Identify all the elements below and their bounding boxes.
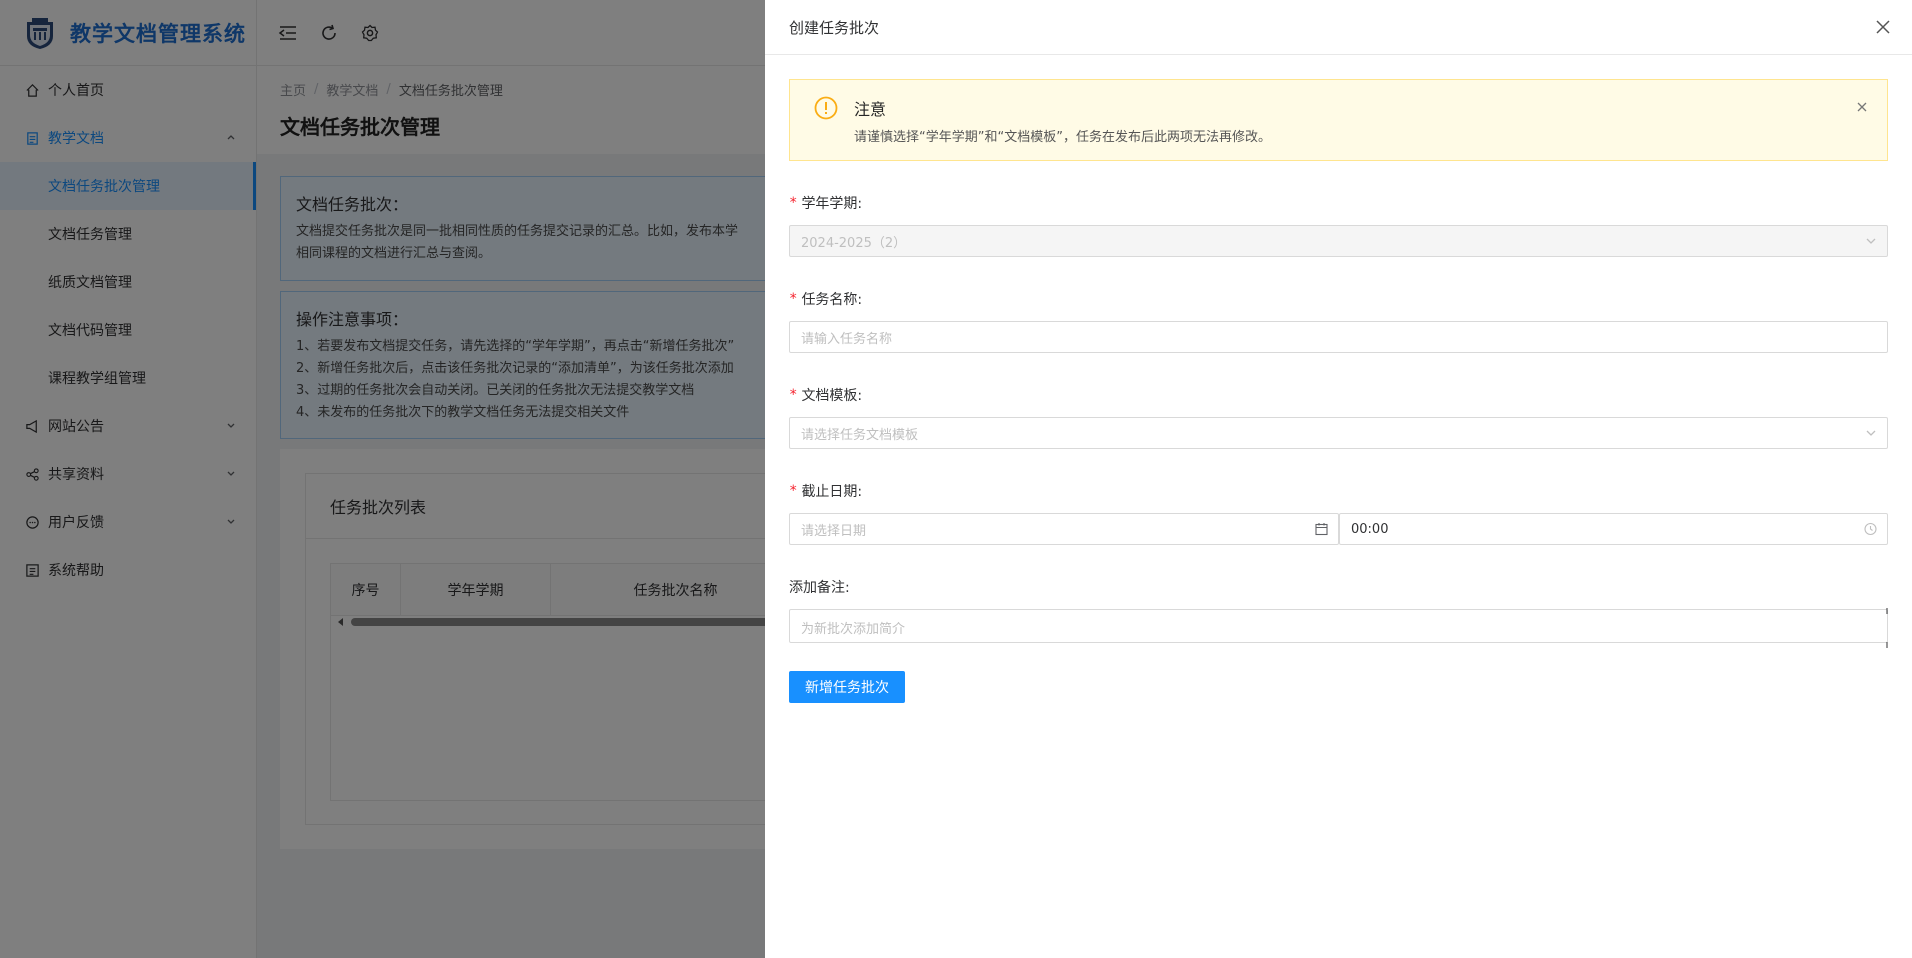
drawer-title: 创建任务批次 [789,18,880,37]
close-icon[interactable] [1874,18,1892,36]
task-name-input[interactable]: 请输入任务名称 [789,321,1888,353]
drawer-header: 创建任务批次 [765,0,1912,55]
required-asterisk: * [789,291,798,307]
drawer-body: 注意 请谨慎选择“学年学期”和“文档模板”，任务在发布后此两项无法再修改。 * … [765,55,1912,703]
warning-icon [814,96,838,120]
deadline-label-text: 截止日期: [801,484,863,500]
deadline-pickers: 请选择日期 00:00 [789,513,1888,545]
date-placeholder: 请选择日期 [801,523,867,539]
form-row-deadline: * 截止日期: 请选择日期 00:00 [789,481,1888,545]
create-batch-drawer: 创建任务批次 注意 请谨慎选择“学年学期”和“文档模板”，任务在发布后此两项无法… [765,0,1912,958]
required-asterisk: * [789,387,798,403]
template-select[interactable]: 请选择任务文档模板 [789,417,1888,449]
alert-title: 注意 [854,100,887,119]
chevron-down-icon [1865,235,1877,247]
term-select: 2024-2025（2） [789,225,1888,257]
name-label: * 任务名称: [789,289,1888,309]
warning-alert: 注意 请谨慎选择“学年学期”和“文档模板”，任务在发布后此两项无法再修改。 [789,79,1888,161]
alert-close-icon[interactable] [1855,100,1869,114]
time-picker[interactable]: 00:00 [1339,513,1888,545]
form-row-name: * 任务名称: 请输入任务名称 [789,289,1888,353]
alert-description: 请谨慎选择“学年学期”和“文档模板”，任务在发布后此两项无法再修改。 [854,130,1271,145]
add-batch-button[interactable]: 新增任务批次 [789,671,905,703]
term-select-value: 2024-2025（2） [801,235,907,251]
task-name-placeholder: 请输入任务名称 [801,331,893,347]
template-placeholder: 请选择任务文档模板 [801,427,919,443]
required-asterisk: * [789,195,798,211]
calendar-icon [1315,523,1328,536]
note-textarea[interactable]: 为新批次添加简介 [789,608,1888,648]
time-value: 00:00 [1351,521,1389,537]
note-label-text: 添加备注: [789,580,850,596]
term-label: * 学年学期: [789,193,1888,213]
name-label-text: 任务名称: [801,292,863,308]
date-picker[interactable]: 请选择日期 [789,513,1339,545]
form-row-note: 添加备注: 为新批次添加简介 [789,577,1888,648]
clock-icon [1864,522,1877,536]
chevron-down-icon [1865,427,1877,439]
form-row-template: * 文档模板: 请选择任务文档模板 [789,385,1888,449]
note-label: 添加备注: [789,577,1888,597]
template-label: * 文档模板: [789,385,1888,405]
deadline-label: * 截止日期: [789,481,1888,501]
template-label-text: 文档模板: [801,388,863,404]
required-asterisk: * [789,483,798,499]
resize-handle-icon[interactable] [1886,608,1888,648]
term-label-text: 学年学期: [801,196,863,212]
note-placeholder: 为新批次添加简介 [801,622,906,637]
form-row-term: * 学年学期: 2024-2025（2） [789,193,1888,257]
